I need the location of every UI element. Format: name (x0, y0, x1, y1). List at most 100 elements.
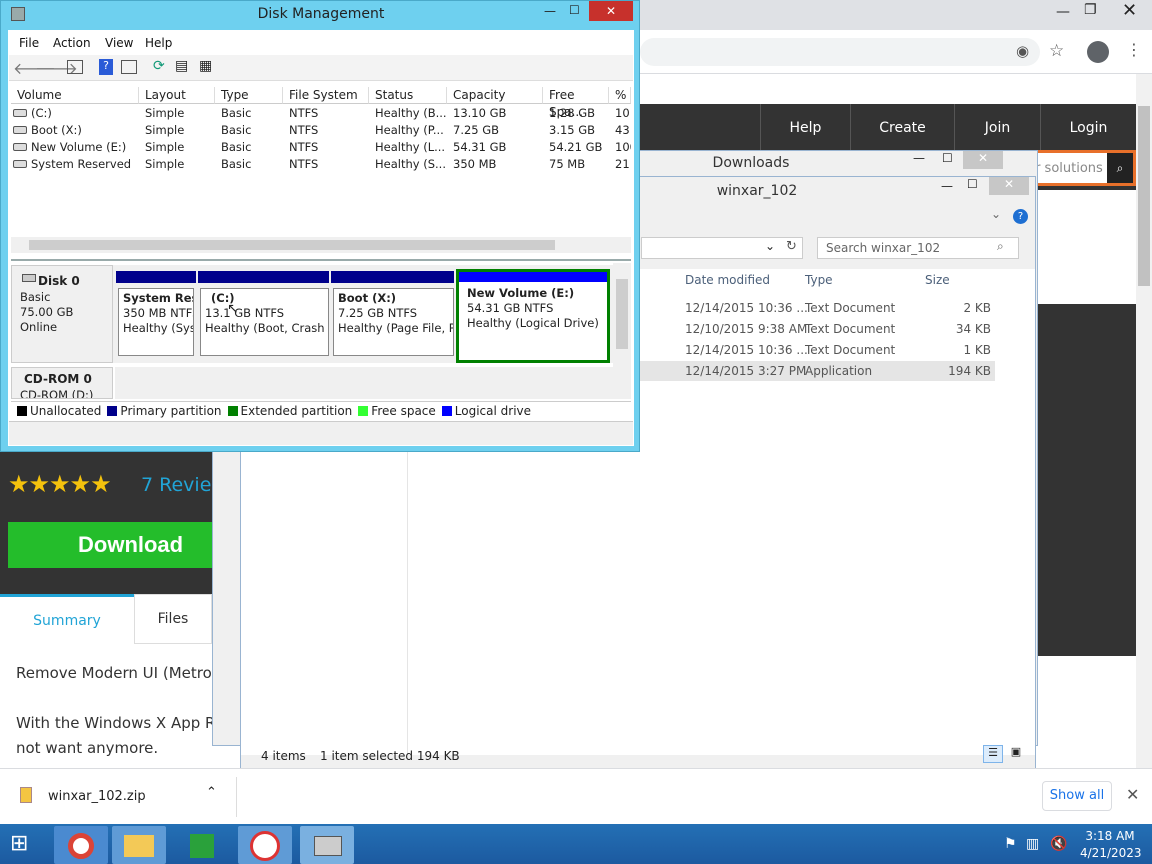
volume-cell-free[interactable]: 1.28 GB (549, 105, 609, 122)
volume-cell-cap[interactable]: 54.31 GB (453, 139, 543, 156)
volume-list-hscrollbar[interactable] (11, 237, 631, 253)
tab-summary[interactable]: Summary (0, 594, 134, 644)
nav-create[interactable]: Create (850, 104, 954, 152)
disk-management-window[interactable]: Disk Management — ☐ ✕ File Action View H… (0, 0, 640, 452)
nav-help[interactable]: Help (760, 104, 850, 152)
downloads-minimize-icon[interactable]: — (913, 151, 925, 165)
console-tree-icon[interactable] (67, 60, 83, 74)
downloads-close-icon[interactable]: ✕ (963, 151, 1003, 169)
downloads-maximize-icon[interactable]: ☐ (942, 151, 953, 165)
column-free-space[interactable]: Free Spa... (543, 87, 609, 119)
volume-cell-vol[interactable]: Boot (X:) (31, 122, 139, 139)
file-cell-date[interactable]: 12/10/2015 9:38 AM (685, 322, 807, 336)
chrome-icon[interactable] (54, 826, 108, 864)
explorer-search-input[interactable]: Search winxar_102 (817, 237, 1019, 259)
address-field[interactable] (641, 237, 803, 259)
details-view-icon[interactable]: ☰ (983, 745, 1003, 763)
column-percent-free[interactable]: % F (609, 87, 631, 104)
volume-cell-layout[interactable]: Simple (145, 105, 215, 122)
column-size[interactable]: Size (925, 273, 950, 287)
download-button[interactable]: Download (8, 522, 212, 568)
menu-action[interactable]: Action (53, 36, 91, 50)
volume-cell-free[interactable]: 3.15 GB (549, 122, 609, 139)
volume-cell-status[interactable]: Healthy (P... (375, 122, 447, 139)
file-cell-size[interactable]: 1 KB (931, 343, 991, 357)
menu-help[interactable]: Help (145, 36, 172, 50)
page-scrollbar[interactable] (1136, 74, 1152, 768)
volume-cell-pct[interactable]: 100 (615, 139, 631, 156)
column-filesystem[interactable]: File System (283, 87, 369, 104)
nav-join[interactable]: Join (954, 104, 1040, 152)
close-icon[interactable]: ✕ (1122, 0, 1137, 21)
menu-file[interactable]: File (19, 36, 39, 50)
dropdown-icon[interactable]: ⌄ (765, 239, 775, 253)
help-icon[interactable]: ? (1013, 209, 1028, 224)
volume-cell-layout[interactable]: Simple (145, 156, 215, 173)
column-status[interactable]: Status (369, 87, 447, 104)
explorer-close-icon[interactable]: ✕ (989, 177, 1029, 195)
file-cell-type[interactable]: Text Document (805, 301, 915, 315)
volume-cell-type[interactable]: Basic (221, 105, 283, 122)
large-icons-view-icon[interactable]: ▣ (1007, 745, 1025, 763)
file-cell-type[interactable]: Text Document (805, 322, 915, 336)
column-layout[interactable]: Layout (139, 87, 215, 104)
volume-cell-cap[interactable]: 13.10 GB (453, 105, 543, 122)
menu-icon[interactable]: ⋮ (1126, 40, 1142, 59)
volume-cell-type[interactable]: Basic (221, 156, 283, 173)
volume-cell-fs[interactable]: NTFS (289, 139, 369, 156)
star-icon[interactable]: ☆ (1049, 41, 1064, 61)
nav-login[interactable]: Login (1040, 104, 1136, 152)
column-date[interactable]: Date modified (685, 273, 770, 287)
partition-new-volume[interactable]: New Volume (E:) 54.31 GB NTFS Healthy (L… (456, 269, 610, 363)
disk-pane-vscrollbar[interactable] (613, 263, 631, 399)
volume-cell-pct[interactable]: 10 (615, 105, 631, 122)
volume-cell-free[interactable]: 75 MB (549, 156, 609, 173)
menu-view[interactable]: View (105, 36, 133, 50)
chevron-up-icon[interactable]: ⌃ (206, 785, 217, 800)
column-capacity[interactable]: Capacity (447, 87, 543, 104)
minimize-icon[interactable]: — (1056, 4, 1070, 20)
disk0-label-panel[interactable]: Disk 0 Basic 75.00 GB Online (11, 265, 113, 363)
volume-cell-cap[interactable]: 7.25 GB (453, 122, 543, 139)
show-all-button[interactable]: Show all (1042, 781, 1112, 811)
refresh-icon[interactable]: ↻ (786, 239, 797, 254)
list-view-icon[interactable] (121, 60, 137, 74)
profile-icon[interactable] (1087, 41, 1109, 63)
file-cell-date[interactable]: 12/14/2015 3:27 PM (685, 364, 806, 378)
explorer-minimize-icon[interactable]: — (941, 179, 953, 193)
volume-cell-layout[interactable]: Simple (145, 139, 215, 156)
volume-cell-vol[interactable]: New Volume (E:) (31, 139, 139, 156)
flag-icon[interactable]: ⚑ (1004, 836, 1017, 852)
restore-icon[interactable]: ❐ (1084, 2, 1097, 18)
volume-cell-status[interactable]: Healthy (L... (375, 139, 447, 156)
eye-off-icon[interactable]: ◉ (1016, 42, 1029, 60)
dm-close-icon[interactable]: ✕ (589, 1, 633, 21)
volume-cell-vol[interactable]: System Reserved (31, 156, 139, 173)
help-icon[interactable]: ? (99, 59, 113, 75)
volume-cell-type[interactable]: Basic (221, 122, 283, 139)
volume-cell-fs[interactable]: NTFS (289, 105, 369, 122)
volume-cell-status[interactable]: Healthy (S... (375, 156, 447, 173)
tab-files[interactable]: Files (134, 594, 212, 644)
store-icon[interactable] (176, 826, 230, 864)
cdrom-label-panel[interactable]: CD-ROM 0 CD-ROM (D:) (11, 367, 113, 399)
file-cell-size[interactable]: 194 KB (931, 364, 991, 378)
partition-system-reserved[interactable]: System Rese 350 MB NTFS Healthy (Syst (118, 288, 194, 356)
column-type[interactable]: Type (805, 273, 833, 287)
start-icon[interactable]: ⊞ (10, 832, 28, 856)
disk-management-taskbar-icon[interactable] (300, 826, 354, 864)
file-cell-size[interactable]: 34 KB (931, 322, 991, 336)
volume-cell-free[interactable]: 54.21 GB (549, 139, 609, 156)
volume-cell-type[interactable]: Basic (221, 139, 283, 156)
file-explorer-icon[interactable] (112, 826, 166, 864)
file-cell-date[interactable]: 12/14/2015 10:36 ... (685, 343, 808, 357)
dm-maximize-icon[interactable]: ☐ (569, 3, 580, 17)
address-bar[interactable] (640, 38, 1040, 66)
network-icon[interactable]: ▥ (1026, 836, 1039, 852)
explorer-maximize-icon[interactable]: ☐ (967, 177, 978, 191)
volume-cell-pct[interactable]: 43 (615, 122, 631, 139)
file-cell-type[interactable]: Application (805, 364, 915, 378)
volume-cell-layout[interactable]: Simple (145, 122, 215, 139)
pane-splitter[interactable] (11, 259, 631, 261)
ribbon-expand-icon[interactable]: ⌄ (991, 207, 1001, 221)
